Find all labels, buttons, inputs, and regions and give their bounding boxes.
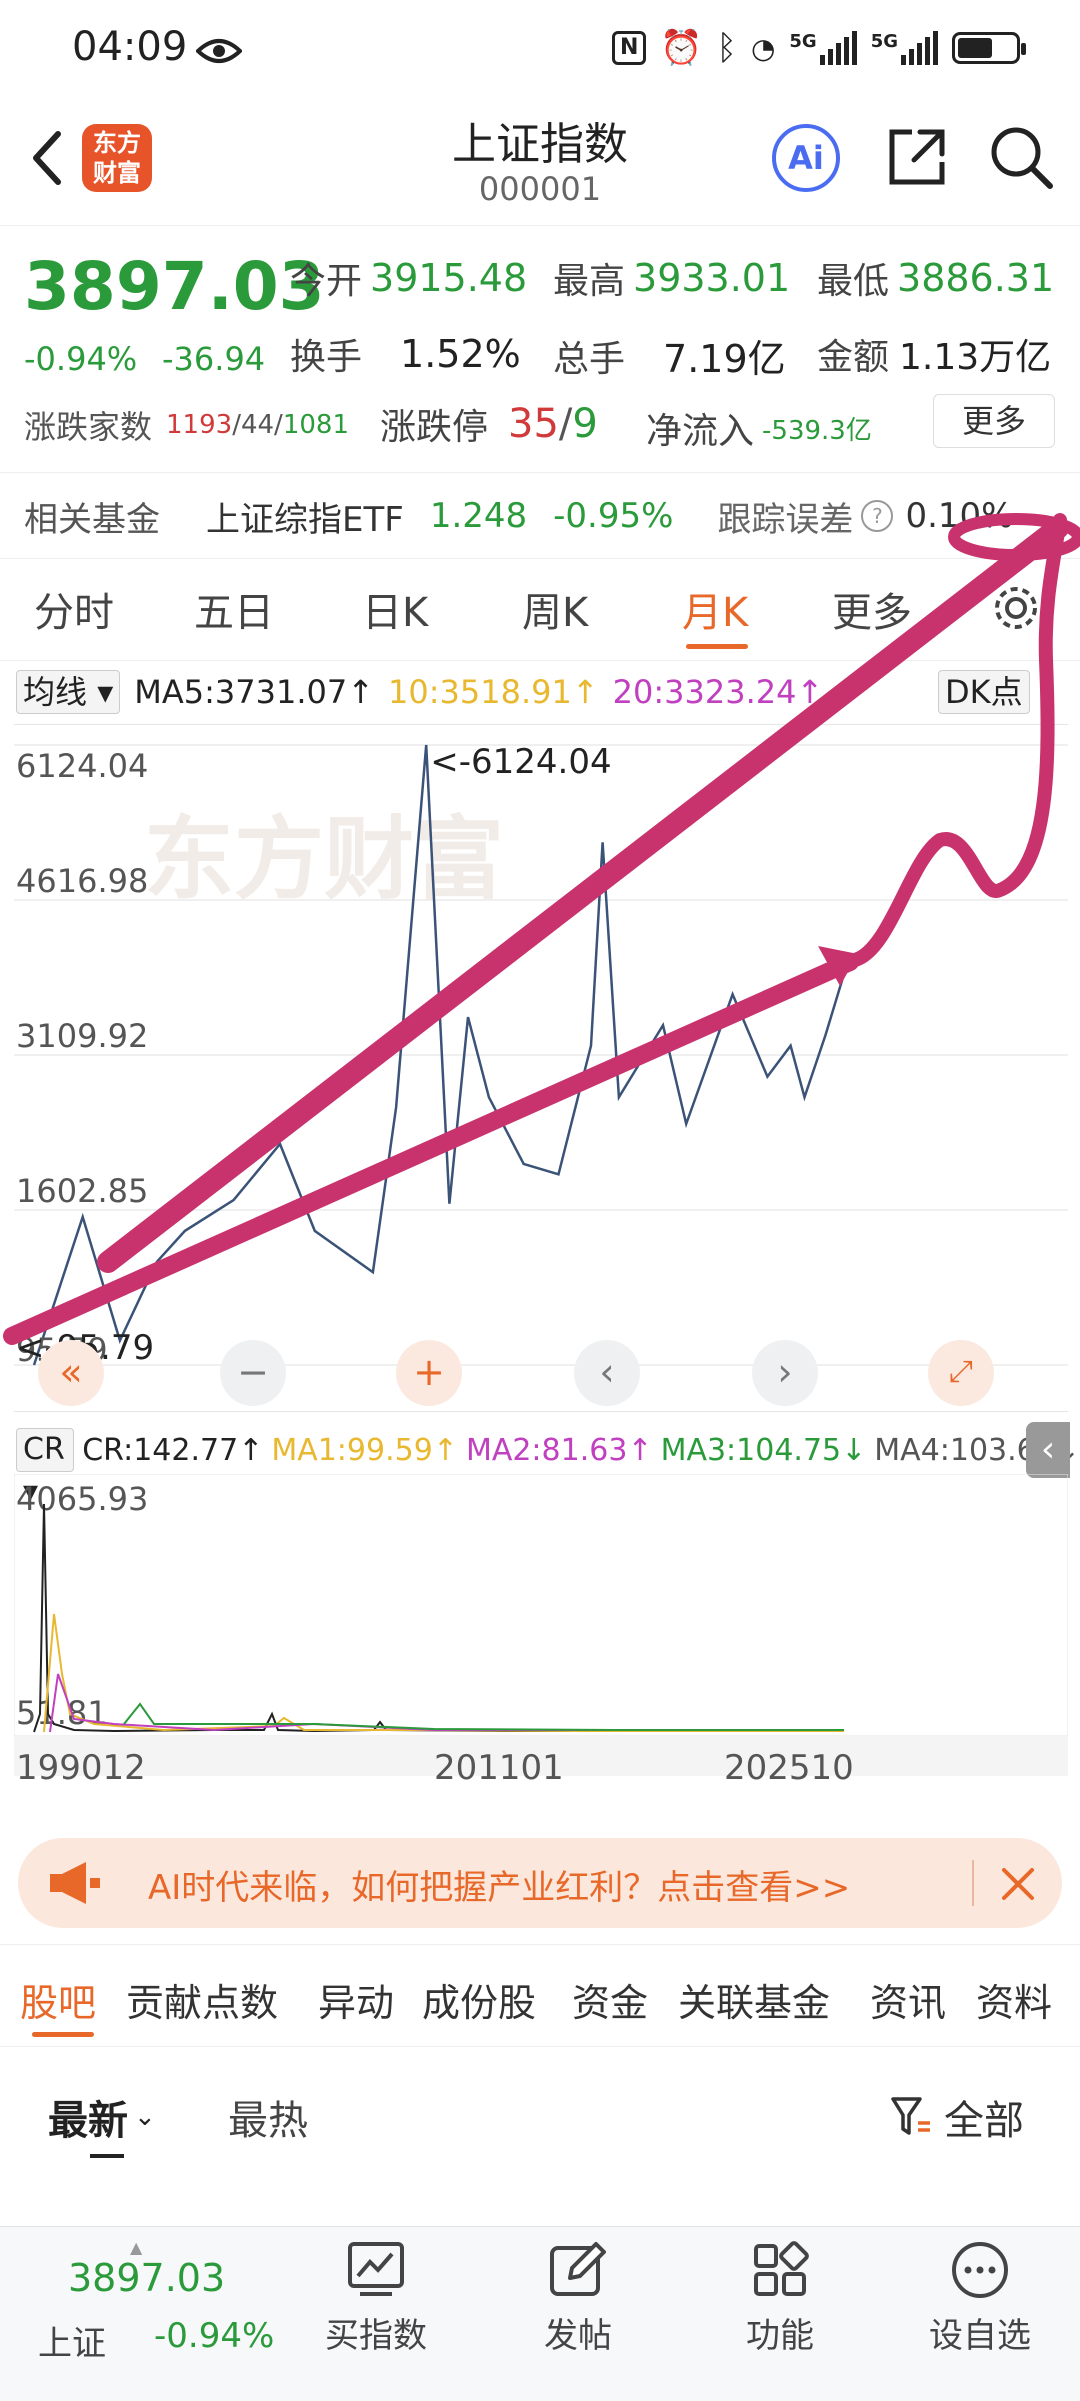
divider: [0, 472, 1080, 473]
tab-daily-k[interactable]: 日K: [362, 580, 428, 638]
tab-weekly-k[interactable]: 周K: [522, 580, 588, 638]
more-stats-button[interactable]: 更多: [933, 394, 1055, 448]
tab-constituents[interactable]: 成份股: [422, 1972, 536, 2027]
high-stat: 最高3933.01: [553, 252, 790, 304]
volume-stat: 总手7.19亿: [553, 328, 786, 383]
y-tick-label: 3109.92: [16, 1017, 148, 1055]
widget-price: 3897.03: [68, 2256, 225, 2300]
price-chart[interactable]: 东方财富 6124.044616.983109.921602.8595.79 <…: [14, 724, 1068, 1412]
tab-five-day[interactable]: 五日: [194, 580, 274, 638]
tab-intraday[interactable]: 分时: [34, 580, 114, 638]
chart-icon: [346, 2240, 406, 2300]
divider: [0, 2046, 1080, 2047]
signal-5g-1-icon: 5G: [789, 31, 856, 65]
tab-monthly-k[interactable]: 月K: [682, 580, 748, 638]
widget-pct: -0.94%: [154, 2316, 274, 2356]
sort-indicator: [90, 2154, 124, 2158]
alarm-icon: ⏰: [660, 28, 702, 68]
bluetooth-icon: ᛒ: [717, 28, 737, 68]
sort-latest[interactable]: 最新⌄: [48, 2088, 156, 2146]
index-quote-widget[interactable]: ▲ 3897.03 上证 -0.94%: [20, 2238, 260, 2388]
edit-icon: [548, 2240, 608, 2300]
functions-button[interactable]: 功能: [700, 2240, 860, 2357]
tab-capital[interactable]: 资金: [572, 1972, 648, 2027]
close-icon[interactable]: [998, 1864, 1038, 1904]
sort-hot[interactable]: 最热: [228, 2088, 308, 2146]
x-label-start: 199012: [16, 1748, 146, 1788]
zoom-out-button[interactable]: −: [220, 1340, 286, 1406]
watermark: 东方财富: [144, 807, 504, 912]
divider: [0, 1944, 1080, 1945]
sub-indicator-select[interactable]: CR ▾: [16, 1428, 74, 1472]
filter-all[interactable]: 全部: [890, 2088, 1024, 2146]
tab-profile[interactable]: 资料: [976, 1972, 1052, 2027]
y-tick-label: 4616.98: [16, 862, 148, 900]
help-icon: ?: [861, 500, 893, 532]
tab-more[interactable]: 更多: [832, 580, 912, 638]
next-button[interactable]: ›: [752, 1340, 818, 1406]
divider: [0, 558, 1080, 559]
collapse-tab[interactable]: ‹: [1026, 1422, 1070, 1478]
ai-button[interactable]: Ai: [772, 124, 840, 192]
fullscreen-button[interactable]: ⤢: [928, 1340, 994, 1406]
max-label: <-6124.04: [430, 742, 611, 782]
more-dots-icon: [950, 2240, 1010, 2300]
share-icon[interactable]: [884, 124, 950, 190]
cr-row: CR ▾ CR:142.77↑ MA1:99.59↑ MA2:81.63↑ MA…: [16, 1428, 1080, 1472]
post-button[interactable]: 发帖: [498, 2240, 658, 2357]
wifi-icon: ◔: [751, 32, 775, 65]
tab-news[interactable]: 资讯: [870, 1972, 946, 2027]
buy-index-button[interactable]: 买指数: [296, 2240, 456, 2357]
promo-banner[interactable]: AI时代来临，如何把握产业红利？点击查看>>: [18, 1838, 1062, 1928]
search-icon[interactable]: [988, 124, 1054, 190]
y-tick-label: 1602.85: [16, 1172, 148, 1210]
change-percent: -0.94%: [24, 340, 137, 378]
related-fund-row[interactable]: 相关基金 上证综指ETF 1.248 -0.95% 跟踪误差 ? 0.10%: [24, 488, 1074, 544]
megaphone-icon: [46, 1860, 102, 1906]
tab-movement[interactable]: 异动: [318, 1972, 394, 2027]
nfc-icon: N: [612, 31, 646, 65]
caret-up-icon: ▲: [130, 2238, 142, 2257]
system-icons: N ⏰ ᛒ ◔ 5G 5G: [612, 28, 1020, 68]
dk-point-button[interactable]: DK点: [938, 670, 1030, 714]
battery-icon: [952, 32, 1020, 64]
breadth-stat: 涨跌家数 1193/44/1081: [24, 402, 349, 448]
banner-text: AI时代来临，如何把握产业红利？点击查看>>: [148, 1860, 850, 1909]
change-value: -36.94: [162, 340, 265, 378]
clock: 04:09: [72, 24, 187, 70]
indicator-select[interactable]: 均线 ▾: [16, 670, 120, 714]
tab-guba[interactable]: 股吧: [20, 1972, 96, 2027]
prev-button[interactable]: ‹: [574, 1340, 640, 1406]
eye-icon: [196, 36, 242, 66]
x-label-mid: 201101: [434, 1748, 564, 1788]
gear-icon[interactable]: [990, 582, 1042, 634]
low-stat: 最低3886.31: [817, 252, 1054, 304]
cr-top-label: 4065.93: [16, 1480, 148, 1518]
amount-stat: 金额1.13万亿: [817, 328, 1051, 380]
ma-row: 均线 ▾ MA5:3731.07↑ 10:3518.91↑ 20:3323.24…: [16, 670, 823, 714]
limit-stat: 涨跌停 35/9: [380, 398, 598, 450]
turnover-stat: 换手1.52%: [290, 328, 521, 380]
zoom-in-button[interactable]: +: [396, 1340, 462, 1406]
inflow-stat: 净流入-539.3亿: [646, 402, 872, 454]
grid-icon: [750, 2240, 810, 2300]
widget-index: 上证: [38, 2316, 106, 2365]
status-bar: 04:09 N ⏰ ᛒ ◔ 5G 5G: [0, 0, 1080, 100]
open-stat: 今开3915.48: [290, 252, 527, 304]
tab-related-funds[interactable]: 关联基金: [678, 1972, 830, 2027]
y-tick-label: 6124.04: [16, 747, 148, 785]
signal-5g-2-icon: 5G: [871, 31, 938, 65]
cr-chart: 4065.93 51.81: [14, 1474, 1068, 1736]
divider: [972, 1860, 974, 1906]
add-watchlist-button[interactable]: 设自选: [900, 2240, 1060, 2357]
current-price: 3897.03: [24, 248, 325, 325]
filter-icon: [890, 2095, 932, 2139]
tab-contribution[interactable]: 贡献点数: [126, 1972, 278, 2027]
active-tab-indicator: [686, 644, 748, 649]
rewind-button[interactable]: «: [38, 1340, 104, 1406]
divider: [0, 660, 1080, 661]
x-label-end: 202510: [724, 1748, 854, 1788]
active-tab-indicator: [32, 2032, 94, 2037]
